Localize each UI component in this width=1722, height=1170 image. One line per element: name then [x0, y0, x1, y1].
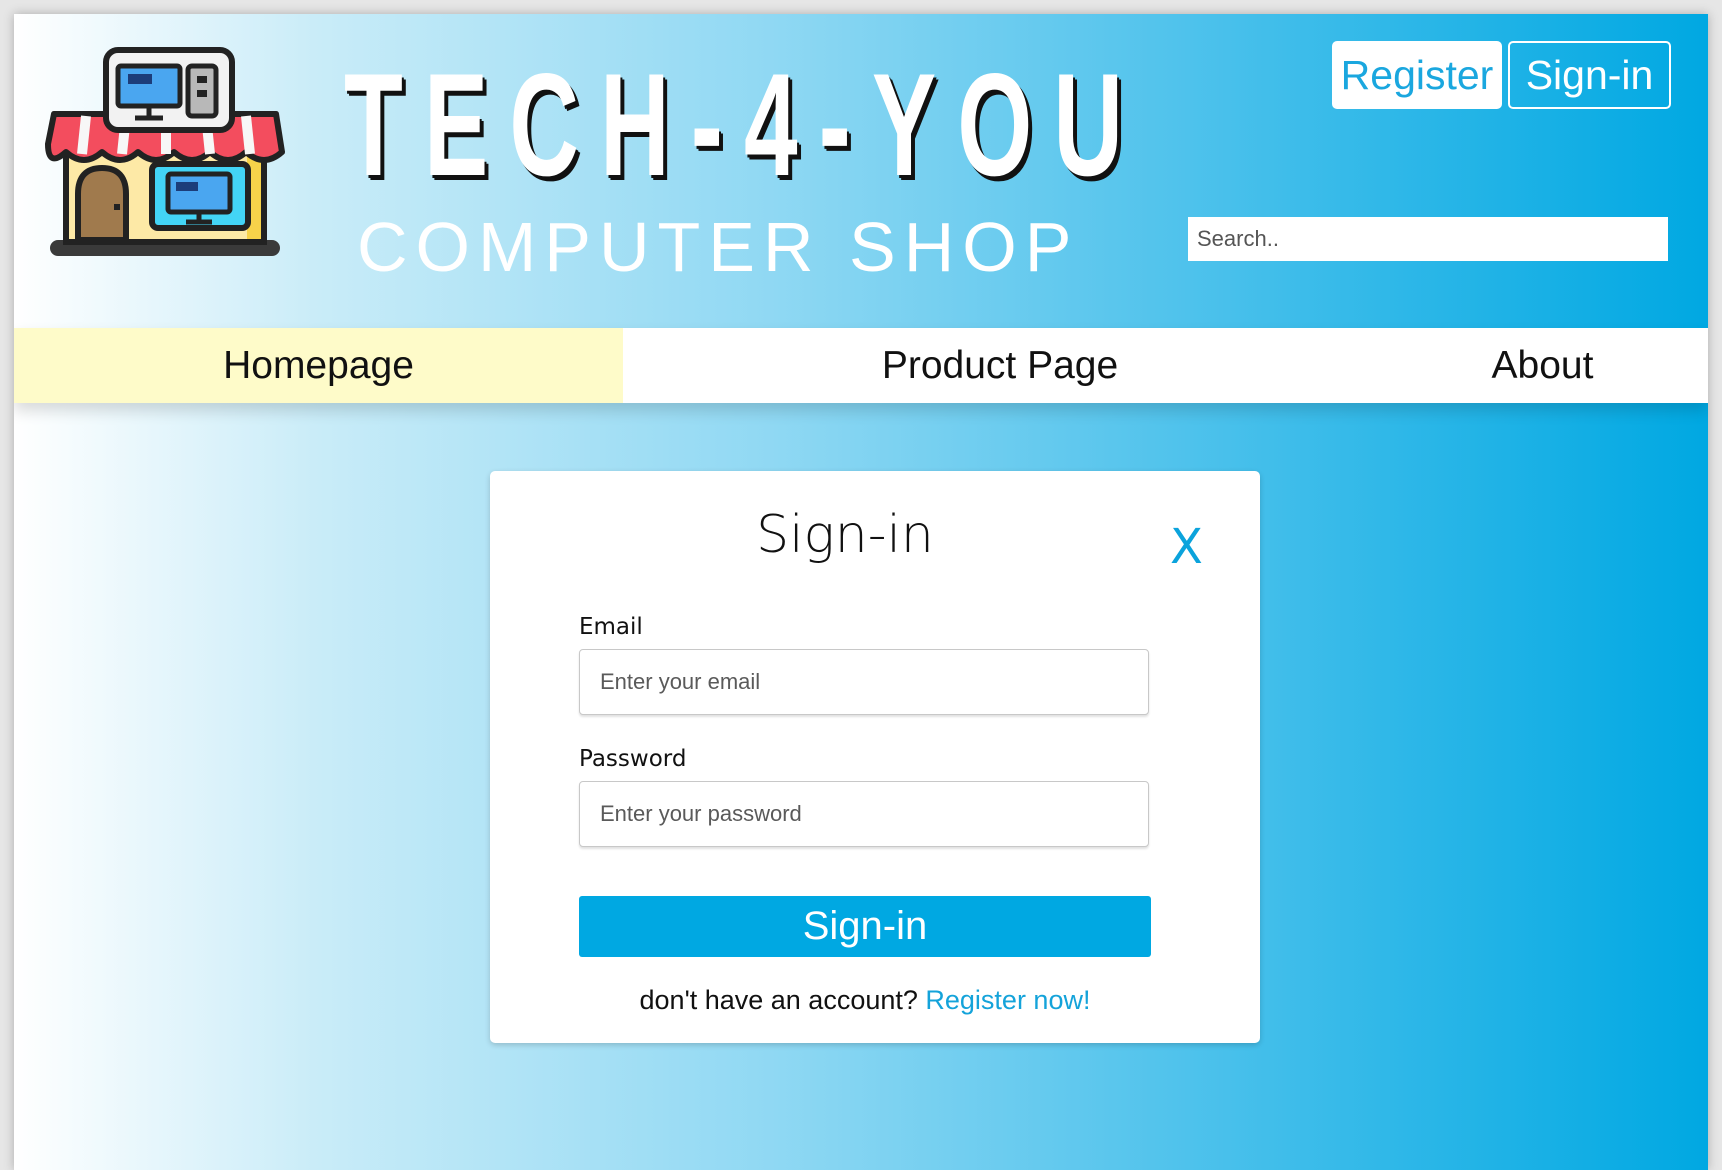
close-icon[interactable]: X — [1170, 523, 1203, 571]
brand-title: TECH-4-YOU — [344, 43, 1145, 206]
auth-buttons: Register Sign-in — [1332, 41, 1671, 109]
page: TECH-4-YOU COMPUTER SHOP Register Sign-i… — [14, 14, 1708, 1170]
nav-item-homepage[interactable]: Homepage — [14, 328, 623, 403]
computer-shop-icon[interactable] — [42, 44, 288, 272]
nav-item-about[interactable]: About — [1377, 328, 1708, 403]
register-prompt-text: don't have an account? — [639, 985, 926, 1015]
email-field[interactable] — [579, 649, 1149, 715]
signin-button[interactable]: Sign-in — [1508, 41, 1671, 109]
modal-title: Sign-in — [756, 505, 934, 565]
main-nav: Homepage Product Page About — [14, 328, 1708, 403]
register-prompt: don't have an account? Register now! — [579, 985, 1151, 1016]
password-label: Password — [579, 746, 687, 772]
site-header: TECH-4-YOU COMPUTER SHOP Register Sign-i… — [14, 14, 1708, 328]
password-field[interactable] — [579, 781, 1149, 847]
nav-item-product-page[interactable]: Product Page — [623, 328, 1377, 403]
register-button[interactable]: Register — [1332, 41, 1502, 109]
brand-subtitle: COMPUTER SHOP — [357, 208, 1080, 286]
signin-modal: Sign-in X Email Password Sign-in don't h… — [490, 471, 1260, 1043]
signin-submit-button[interactable]: Sign-in — [579, 896, 1151, 957]
email-label: Email — [579, 614, 643, 640]
search-input[interactable] — [1188, 217, 1668, 261]
register-now-link[interactable]: Register now! — [925, 985, 1090, 1015]
